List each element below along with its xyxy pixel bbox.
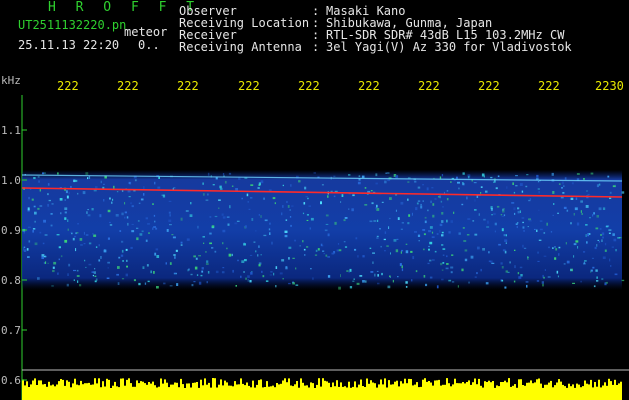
station-title: H R O F F T xyxy=(48,0,201,15)
time-label: 222 xyxy=(177,79,199,93)
time-label: 222 xyxy=(238,79,260,93)
time-label: 222 xyxy=(358,79,380,93)
y-axis-unit: kHz xyxy=(1,74,21,87)
date-time: 25.11.13 22:20 xyxy=(18,38,120,52)
y-tick-label: 0.6 xyxy=(1,374,21,387)
antenna-label: Receiving Antenna xyxy=(179,40,302,54)
spectrogram-screen: H R O F F T UT2511132220.pn meteor 25.11… xyxy=(0,0,629,400)
y-tick-label: 1.0 xyxy=(1,174,21,187)
file-tag: meteor xyxy=(124,25,168,39)
time-label: 222 xyxy=(478,79,500,93)
time-label: 222 xyxy=(298,79,320,93)
y-tick-label: 0.7 xyxy=(1,324,21,337)
time-label: 2230 xyxy=(595,79,624,93)
noise-band xyxy=(22,170,622,290)
y-tick-label: 1.1 xyxy=(1,124,21,137)
antenna-value: 3el Yagi(V) Az 330 for Vladivostok xyxy=(326,40,572,54)
date-extra: 0.. xyxy=(138,38,160,52)
file-name: UT2511132220.pn xyxy=(18,18,127,32)
antenna-sep: : xyxy=(312,40,320,54)
time-label: 222 xyxy=(117,79,139,93)
time-label: 222 xyxy=(538,79,560,93)
time-label: 222 xyxy=(57,79,79,93)
time-label: 222 xyxy=(418,79,440,93)
y-tick-label: 0.9 xyxy=(1,224,21,237)
y-tick-label: 0.8 xyxy=(1,274,21,287)
spectrogram-plot xyxy=(21,95,629,400)
noise-strip xyxy=(22,378,622,400)
